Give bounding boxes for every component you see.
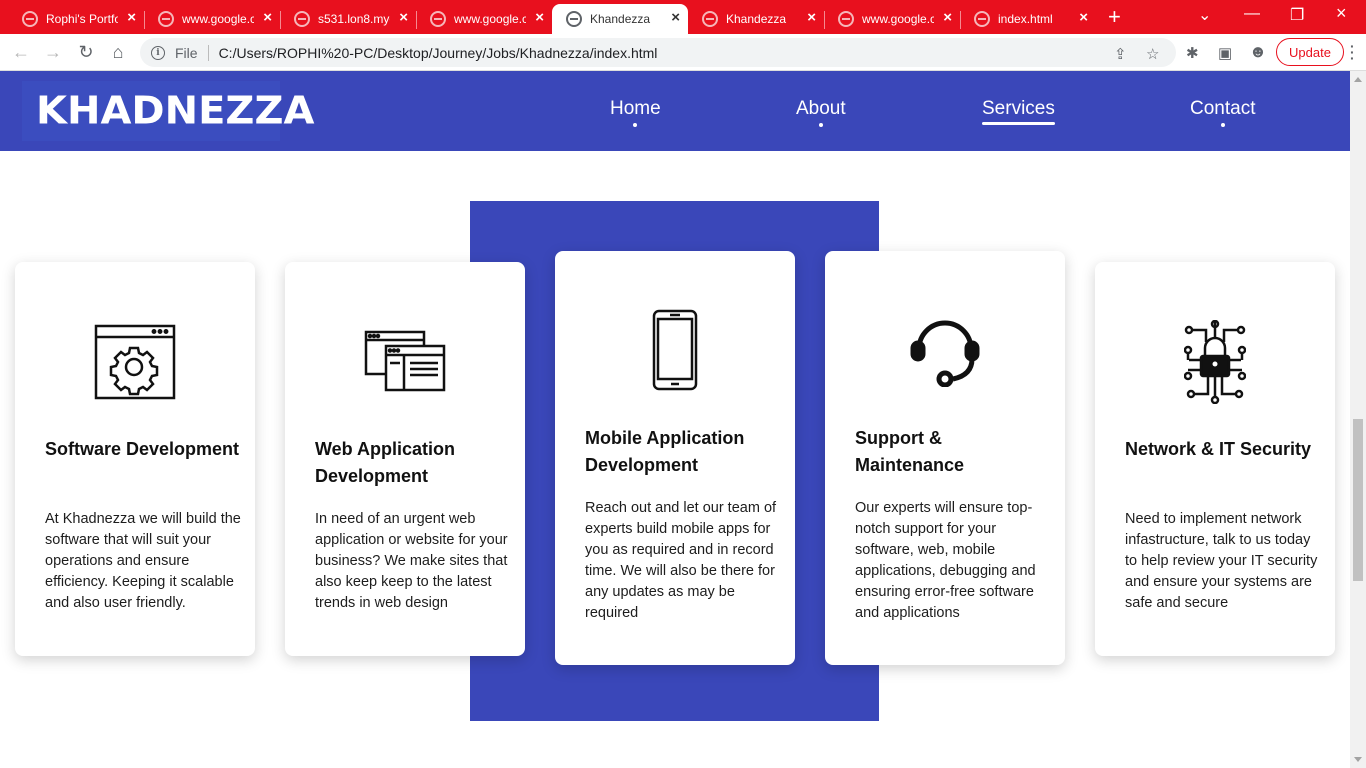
browser-tab[interactable]: index.html × xyxy=(960,4,1096,34)
close-icon[interactable]: × xyxy=(671,10,680,26)
new-tab-plus-icon[interactable]: + xyxy=(1108,6,1121,28)
software-settings-icon xyxy=(15,324,255,400)
browser-tab-strip: Rophi's Portfo × www.google.c × s531.lon… xyxy=(0,0,1366,34)
browser-tab-active[interactable]: Khandezza × xyxy=(552,4,688,34)
service-title: Mobile Application Development xyxy=(585,428,745,475)
close-icon[interactable]: × xyxy=(263,10,272,26)
extensions-puzzle-icon[interactable]: ✱ xyxy=(1186,44,1199,62)
service-description: Our experts will ensure top-notch suppor… xyxy=(855,500,1036,621)
reload-icon[interactable]: ↻ xyxy=(75,41,97,63)
tab-title: Khandezza xyxy=(726,12,787,26)
active-underline xyxy=(982,122,1055,125)
browser-toolbar: ← → ↻ ⌂ i File C:/Users/ROPHI%20-PC/Desk… xyxy=(0,34,1366,71)
close-icon[interactable]: × xyxy=(807,10,816,26)
close-icon[interactable]: × xyxy=(127,10,136,26)
tab-title: www.google.c xyxy=(454,12,526,26)
nav-dot xyxy=(633,123,638,127)
brand-wordmark: KHADNEZZA xyxy=(36,89,315,133)
globe-icon xyxy=(838,11,854,27)
globe-icon xyxy=(974,11,990,27)
profile-avatar-icon[interactable]: ☻ xyxy=(1249,42,1267,62)
restore-icon[interactable]: ❐ xyxy=(1290,5,1304,25)
service-title: Web Application Development xyxy=(315,439,456,486)
back-arrow-icon[interactable]: ← xyxy=(10,41,32,63)
menu-kebab-icon[interactable]: · · · xyxy=(1350,39,1355,65)
service-title: Support & Maintenance xyxy=(855,428,965,475)
service-description: Reach out and let our team of experts bu… xyxy=(585,500,777,621)
page-scrollbar[interactable] xyxy=(1350,71,1366,768)
service-title: Software Development xyxy=(45,439,240,459)
tab-search-chevron-icon[interactable]: ⌄ xyxy=(1198,5,1211,25)
tab-title: www.google.c xyxy=(862,12,934,26)
browser-tab[interactable]: www.google.c × xyxy=(824,4,961,34)
web-windows-icon xyxy=(285,330,525,394)
service-card-featured[interactable]: Mobile Application Development Reach out… xyxy=(555,251,795,665)
bookmark-star-icon[interactable]: ☆ xyxy=(1146,45,1159,63)
close-icon[interactable]: × xyxy=(1079,10,1088,26)
service-description: Need to implement network infastructure,… xyxy=(1125,511,1318,611)
tab-title: Rophi's Portfo xyxy=(46,12,118,26)
globe-icon xyxy=(702,11,718,27)
scroll-down-arrow-icon[interactable] xyxy=(1354,757,1362,762)
service-card[interactable]: Support & Maintenance Our experts will e… xyxy=(825,251,1065,665)
nav-about-label: About xyxy=(796,98,846,119)
nav-services[interactable]: Services xyxy=(982,98,1055,125)
browser-tab[interactable]: s531.lon8.myd × xyxy=(280,4,417,34)
scroll-up-arrow-icon[interactable] xyxy=(1354,77,1362,82)
globe-icon xyxy=(294,11,310,27)
headset-icon xyxy=(825,315,1065,387)
globe-icon xyxy=(430,11,446,27)
home-icon[interactable]: ⌂ xyxy=(107,41,129,63)
browser-tab[interactable]: www.google.c × xyxy=(416,4,552,34)
nav-contact[interactable]: Contact xyxy=(1190,98,1255,127)
service-card[interactable]: Web Application Development In need of a… xyxy=(285,262,525,656)
nav-home-label: Home xyxy=(610,98,661,119)
service-title: Network & IT Security xyxy=(1125,439,1312,459)
close-icon[interactable]: × xyxy=(535,10,544,26)
side-panel-icon[interactable]: ▣ xyxy=(1218,44,1232,62)
page-viewport: KHADNEZZA Home About Services Contact So… xyxy=(0,71,1350,768)
nav-about[interactable]: About xyxy=(796,98,846,127)
close-icon[interactable]: × xyxy=(943,10,952,26)
browser-tab[interactable]: Khandezza × xyxy=(688,4,825,34)
browser-tab[interactable]: Rophi's Portfo × xyxy=(8,4,145,34)
nav-home[interactable]: Home xyxy=(610,98,661,127)
globe-icon xyxy=(22,11,38,27)
circuit-lock-icon xyxy=(1095,320,1335,404)
nav-dot xyxy=(818,123,823,127)
nav-dot xyxy=(1220,123,1225,127)
close-icon[interactable]: × xyxy=(399,10,408,26)
service-description: In need of an urgent web application or … xyxy=(315,511,508,611)
service-description: At Khadnezza we will build the software … xyxy=(45,511,241,611)
nav-services-label: Services xyxy=(982,98,1055,119)
scheme-label: File xyxy=(175,44,198,61)
address-bar[interactable]: i File C:/Users/ROPHI%20-PC/Desktop/Jour… xyxy=(140,38,1176,67)
smartphone-icon xyxy=(555,309,795,391)
url-text[interactable]: C:/Users/ROPHI%20-PC/Desktop/Journey/Job… xyxy=(219,45,658,61)
nav-contact-label: Contact xyxy=(1190,98,1256,119)
info-icon[interactable]: i xyxy=(151,45,165,60)
browser-tab[interactable]: www.google.c × xyxy=(144,4,281,34)
service-card[interactable]: Network & IT Security Need to implement … xyxy=(1095,262,1335,656)
minimize-icon[interactable]: — xyxy=(1244,5,1260,23)
tab-title: s531.lon8.myd xyxy=(318,12,390,26)
globe-icon xyxy=(566,11,582,27)
tab-title: Khandezza xyxy=(590,12,651,26)
site-logo[interactable]: KHADNEZZA xyxy=(22,81,314,141)
scroll-thumb[interactable] xyxy=(1353,419,1363,581)
service-card[interactable]: Software Development At Khadnezza we wil… xyxy=(15,262,255,656)
forward-arrow-icon[interactable]: → xyxy=(42,41,64,63)
share-icon[interactable]: ⇪ xyxy=(1114,45,1127,63)
site-header: KHADNEZZA Home About Services Contact xyxy=(0,71,1350,151)
globe-icon xyxy=(158,11,174,27)
update-button[interactable]: Update xyxy=(1276,38,1344,66)
tab-title: index.html xyxy=(998,12,1053,26)
tab-title: www.google.c xyxy=(182,12,254,26)
window-close-icon[interactable]: × xyxy=(1336,3,1347,24)
